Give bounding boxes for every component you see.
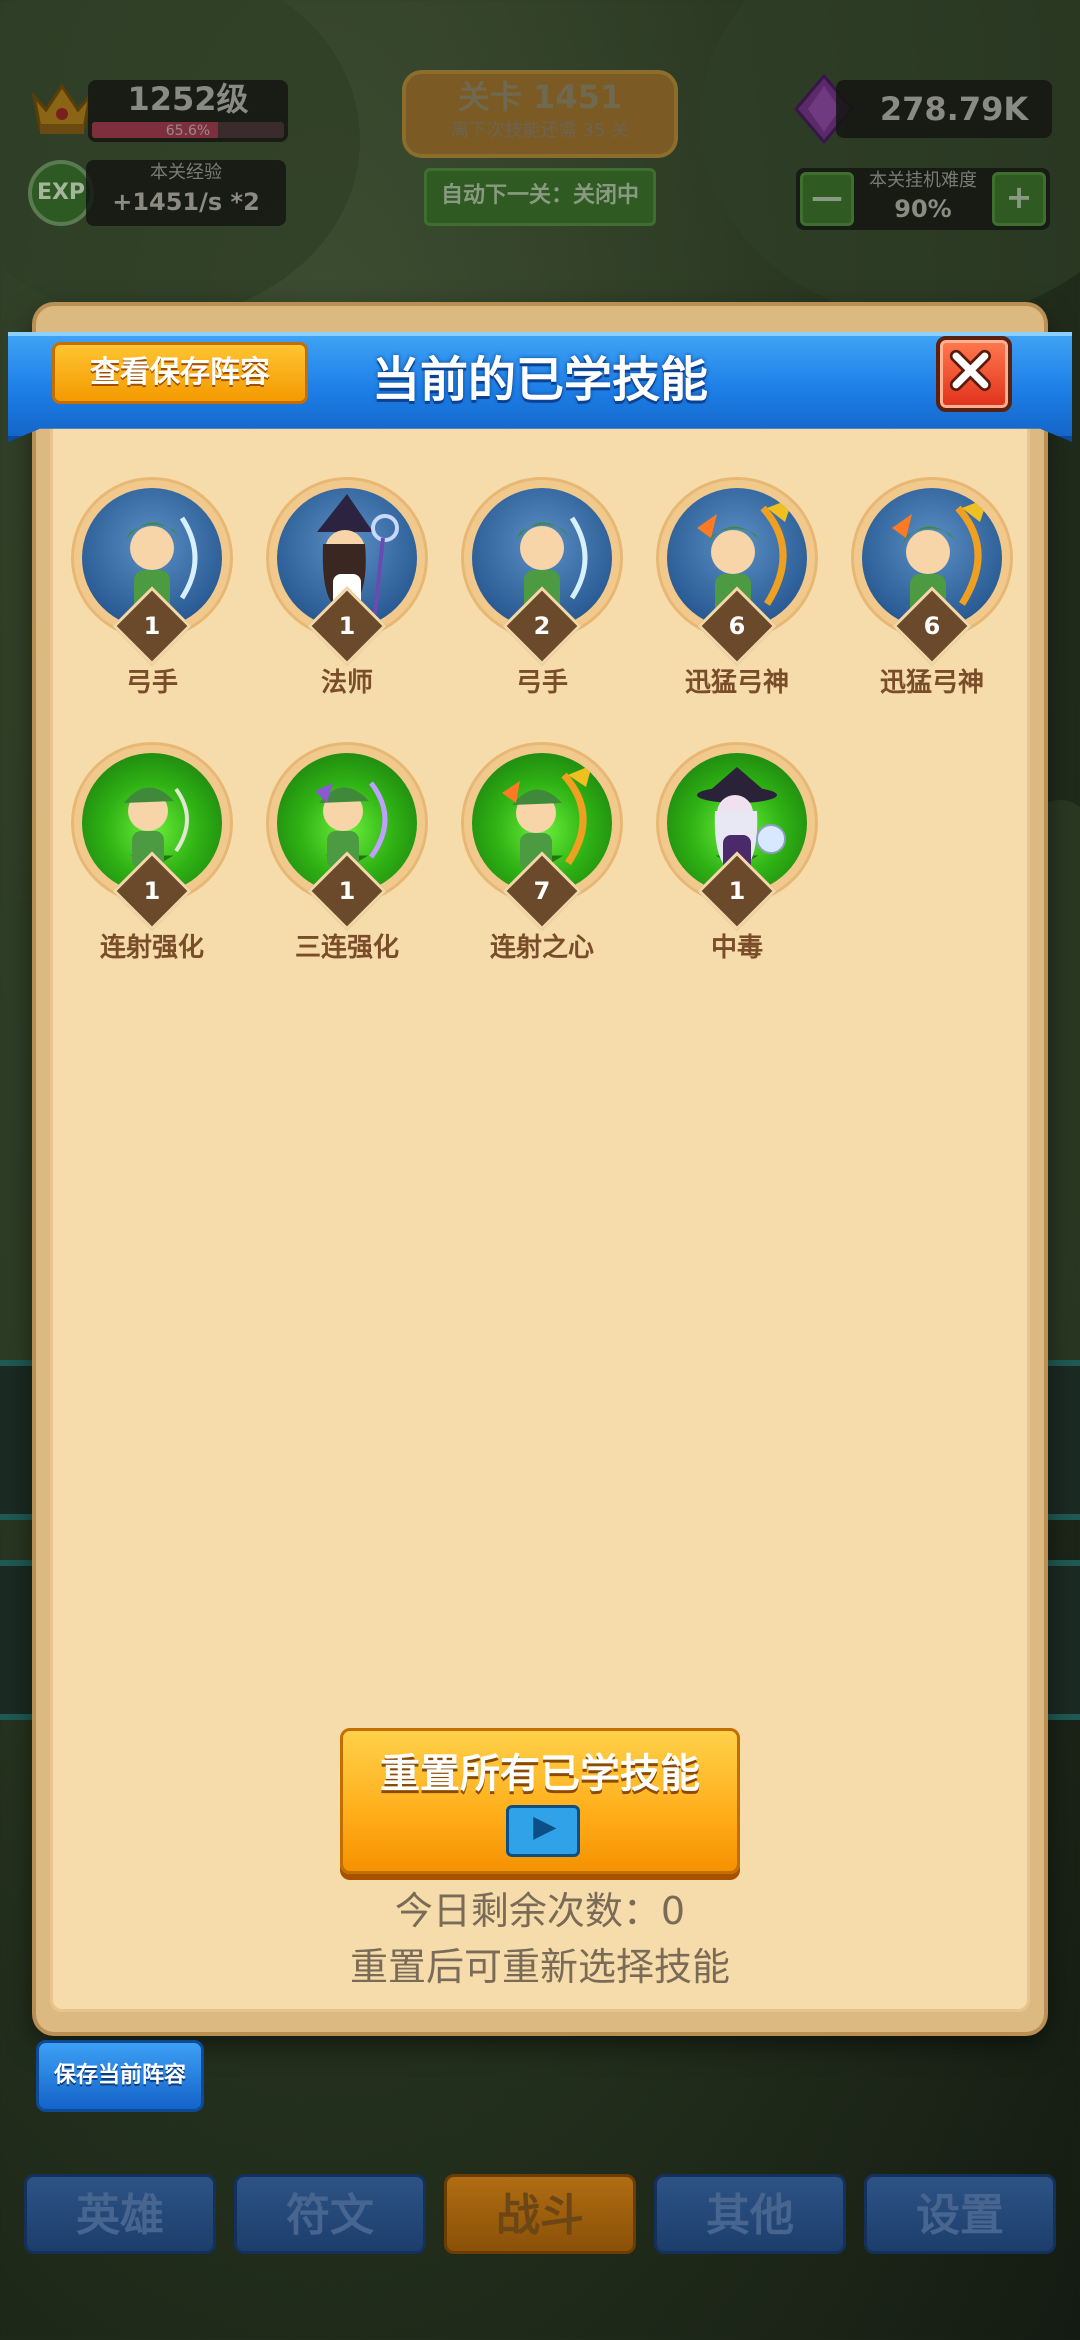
stage-indicator: 关卡 1451 离下次技能还需 35 关 — [402, 70, 678, 158]
nav-settings[interactable]: 设置 — [864, 2174, 1056, 2254]
skill-level: 1 — [338, 612, 356, 640]
stage-subtitle: 离下次技能还需 35 关 — [450, 120, 630, 141]
skill-level: 1 — [143, 877, 161, 905]
idle-difficulty: — 本关挂机难度 90% + — [796, 168, 1050, 230]
reset-skills-label: 重置所有已学技能 — [380, 1751, 700, 1797]
crown-icon — [31, 83, 93, 134]
skill-level: 1 — [338, 877, 356, 905]
skill-item[interactable]: 6 迅猛弓神 — [832, 480, 1012, 710]
nav-runes[interactable]: 符文 — [234, 2174, 426, 2254]
difficulty-plus-button[interactable]: + — [992, 172, 1046, 226]
skill-name: 迅猛弓神 — [879, 668, 984, 698]
skill-item[interactable]: 1 连射强化 — [52, 745, 232, 975]
nav-other[interactable]: 其他 — [654, 2174, 846, 2254]
stage-title: 关卡 1451 — [457, 78, 623, 116]
skill-level: 7 — [533, 877, 551, 905]
gem-value: 278.79K — [879, 90, 1029, 128]
skill-name: 连射强化 — [99, 933, 204, 963]
player-level: 1252级 65.6% — [88, 80, 288, 142]
nav-heroes[interactable]: 英雄 — [24, 2174, 216, 2254]
close-icon — [949, 349, 991, 391]
video-ad-icon — [506, 1805, 580, 1857]
nav-battle[interactable]: 战斗 — [444, 2174, 636, 2254]
player-level-text: 1252级 — [127, 80, 249, 118]
stage-exp: 本关经验 +1451/s *2 — [86, 160, 286, 226]
auto-next-toggle[interactable]: 自动下一关：关闭中 — [424, 168, 656, 226]
skill-name: 中毒 — [710, 933, 763, 963]
difficulty-minus-button[interactable]: — — [800, 172, 854, 226]
skill-level: 6 — [728, 612, 746, 640]
exp-icon: EXP — [28, 160, 94, 226]
skill-level: 2 — [533, 612, 551, 640]
skill-item[interactable]: 2 弓手 — [442, 480, 622, 710]
remaining-resets-text: 今日剩余次数：0 — [394, 1889, 686, 1933]
gem-counter: 278.79K — [836, 80, 1052, 138]
skill-item[interactable]: 6 迅猛弓神 — [637, 480, 817, 710]
skill-name: 弓手 — [125, 668, 178, 698]
skill-level: 6 — [923, 612, 941, 640]
skill-name: 法师 — [320, 668, 373, 698]
skill-item[interactable]: 1 三连强化 — [247, 745, 427, 975]
skill-item[interactable]: 1 弓手 — [52, 480, 232, 710]
skill-name: 弓手 — [515, 668, 568, 698]
skill-name: 三连强化 — [294, 933, 399, 963]
reset-hint-text: 重置后可重新选择技能 — [349, 1945, 730, 1989]
reset-skills-button[interactable]: 重置所有已学技能 — [340, 1728, 740, 1874]
save-lineup-button[interactable]: 保存当前阵容 — [36, 2040, 204, 2112]
stage-exp-title: 本关经验 — [150, 162, 222, 183]
level-progress-label: 65.6% — [165, 123, 211, 139]
modal-title: 当前的已学技能 — [371, 352, 708, 408]
skill-item[interactable]: 1 法师 — [247, 480, 427, 710]
skill-level: 1 — [728, 877, 746, 905]
skill-name: 迅猛弓神 — [684, 668, 789, 698]
skill-level: 1 — [143, 612, 161, 640]
view-saved-lineup-button[interactable]: 查看保存阵容 — [52, 342, 308, 404]
skill-name: 连射之心 — [489, 933, 594, 963]
close-button[interactable] — [936, 336, 1012, 412]
stage-exp-value: +1451/s *2 — [112, 188, 260, 216]
skill-item[interactable]: 7 连射之心 — [442, 745, 622, 975]
skill-item[interactable]: 1 中毒 — [637, 745, 817, 975]
